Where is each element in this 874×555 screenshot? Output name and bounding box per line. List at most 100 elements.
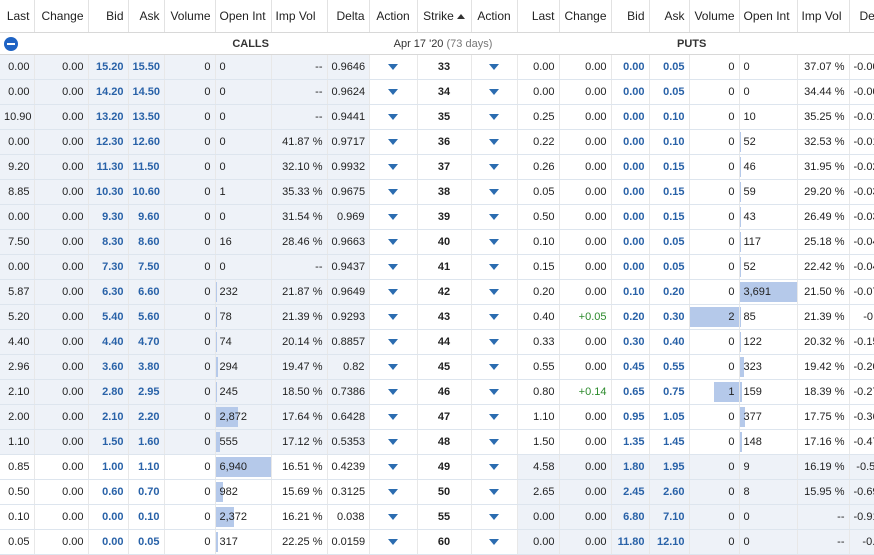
call-ask[interactable]: 1.60 [128,429,165,455]
col-header-call-ask[interactable]: Ask [128,0,165,33]
put-ask[interactable]: 1.45 [649,429,690,455]
col-header-put-change[interactable]: Change [559,0,612,33]
call-bid[interactable]: 14.20 [88,79,129,105]
put-action-dropdown-icon[interactable] [489,514,499,520]
call-bid[interactable]: 11.30 [88,154,129,180]
call-action-cell[interactable] [369,429,418,455]
put-ask[interactable]: 0.15 [649,179,690,205]
put-bid[interactable]: 0.00 [611,154,650,180]
call-ask[interactable]: 15.50 [128,54,165,80]
put-action-dropdown-icon[interactable] [489,439,499,445]
col-header-put-delta[interactable]: Delta [849,0,874,33]
put-action-dropdown-icon[interactable] [489,214,499,220]
call-action-dropdown-icon[interactable] [388,64,398,70]
put-ask[interactable]: 0.10 [649,104,690,130]
call-ask[interactable]: 0.70 [128,479,165,505]
call-action-cell[interactable] [369,304,418,330]
call-action-cell[interactable] [369,154,418,180]
put-action-cell[interactable] [471,479,518,505]
call-ask[interactable]: 2.95 [128,379,165,405]
call-action-cell[interactable] [369,379,418,405]
call-ask[interactable]: 10.60 [128,179,165,205]
put-ask[interactable]: 7.10 [649,504,690,530]
call-action-dropdown-icon[interactable] [388,239,398,245]
call-action-dropdown-icon[interactable] [388,339,398,345]
call-action-cell[interactable] [369,179,418,205]
col-header-call-imp-vol[interactable]: Imp Vol [271,0,328,33]
call-action-dropdown-icon[interactable] [388,439,398,445]
call-ask[interactable]: 0.05 [128,529,165,555]
call-bid[interactable]: 2.80 [88,379,129,405]
col-header-call-last[interactable]: Last [0,0,35,33]
call-action-dropdown-icon[interactable] [388,89,398,95]
put-bid[interactable]: 0.00 [611,104,650,130]
call-action-dropdown-icon[interactable] [388,114,398,120]
put-ask[interactable]: 0.40 [649,329,690,355]
put-action-dropdown-icon[interactable] [489,389,499,395]
call-bid[interactable]: 9.30 [88,204,129,230]
put-bid[interactable]: 0.00 [611,79,650,105]
call-bid[interactable]: 0.60 [88,479,129,505]
col-header-put-open-int[interactable]: Open Int [739,0,798,33]
call-action-dropdown-icon[interactable] [388,414,398,420]
call-action-dropdown-icon[interactable] [388,189,398,195]
call-action-cell[interactable] [369,254,418,280]
call-bid[interactable]: 0.00 [88,529,129,555]
call-action-dropdown-icon[interactable] [388,264,398,270]
put-ask[interactable]: 12.10 [649,529,690,555]
put-action-cell[interactable] [471,454,518,480]
put-action-dropdown-icon[interactable] [489,89,499,95]
call-action-cell[interactable] [369,354,418,380]
put-action-cell[interactable] [471,304,518,330]
put-action-cell[interactable] [471,129,518,155]
put-bid[interactable]: 0.65 [611,379,650,405]
put-bid[interactable]: 0.00 [611,54,650,80]
put-action-cell[interactable] [471,104,518,130]
call-action-cell[interactable] [369,504,418,530]
call-ask[interactable]: 8.60 [128,229,165,255]
put-action-cell[interactable] [471,504,518,530]
put-ask[interactable]: 0.05 [649,229,690,255]
call-bid[interactable]: 1.00 [88,454,129,480]
put-bid[interactable]: 0.45 [611,354,650,380]
call-action-cell[interactable] [369,104,418,130]
call-bid[interactable]: 13.20 [88,104,129,130]
put-ask[interactable]: 0.55 [649,354,690,380]
put-action-cell[interactable] [471,279,518,305]
call-action-dropdown-icon[interactable] [388,514,398,520]
put-ask[interactable]: 0.15 [649,204,690,230]
call-ask[interactable]: 2.20 [128,404,165,430]
put-bid[interactable]: 0.00 [611,204,650,230]
put-action-cell[interactable] [471,404,518,430]
call-bid[interactable]: 7.30 [88,254,129,280]
put-action-dropdown-icon[interactable] [489,464,499,470]
put-bid[interactable]: 0.95 [611,404,650,430]
call-action-cell[interactable] [369,454,418,480]
put-action-dropdown-icon[interactable] [489,339,499,345]
call-bid[interactable]: 6.30 [88,279,129,305]
call-ask[interactable]: 9.60 [128,204,165,230]
put-bid[interactable]: 0.10 [611,279,650,305]
call-action-cell[interactable] [369,129,418,155]
call-action-cell[interactable] [369,229,418,255]
put-action-dropdown-icon[interactable] [489,539,499,545]
put-ask[interactable]: 0.05 [649,54,690,80]
put-action-dropdown-icon[interactable] [489,314,499,320]
put-bid[interactable]: 0.00 [611,229,650,255]
call-action-cell[interactable] [369,479,418,505]
call-action-dropdown-icon[interactable] [388,389,398,395]
put-bid[interactable]: 0.30 [611,329,650,355]
call-ask[interactable]: 3.80 [128,354,165,380]
call-bid[interactable]: 4.40 [88,329,129,355]
put-action-dropdown-icon[interactable] [489,239,499,245]
put-ask[interactable]: 1.05 [649,404,690,430]
call-bid[interactable]: 12.30 [88,129,129,155]
put-action-cell[interactable] [471,229,518,255]
put-action-cell[interactable] [471,79,518,105]
put-action-cell[interactable] [471,154,518,180]
put-action-dropdown-icon[interactable] [489,139,499,145]
call-action-cell[interactable] [369,204,418,230]
col-header-put-ask[interactable]: Ask [649,0,690,33]
put-action-cell[interactable] [471,254,518,280]
put-bid[interactable]: 1.35 [611,429,650,455]
